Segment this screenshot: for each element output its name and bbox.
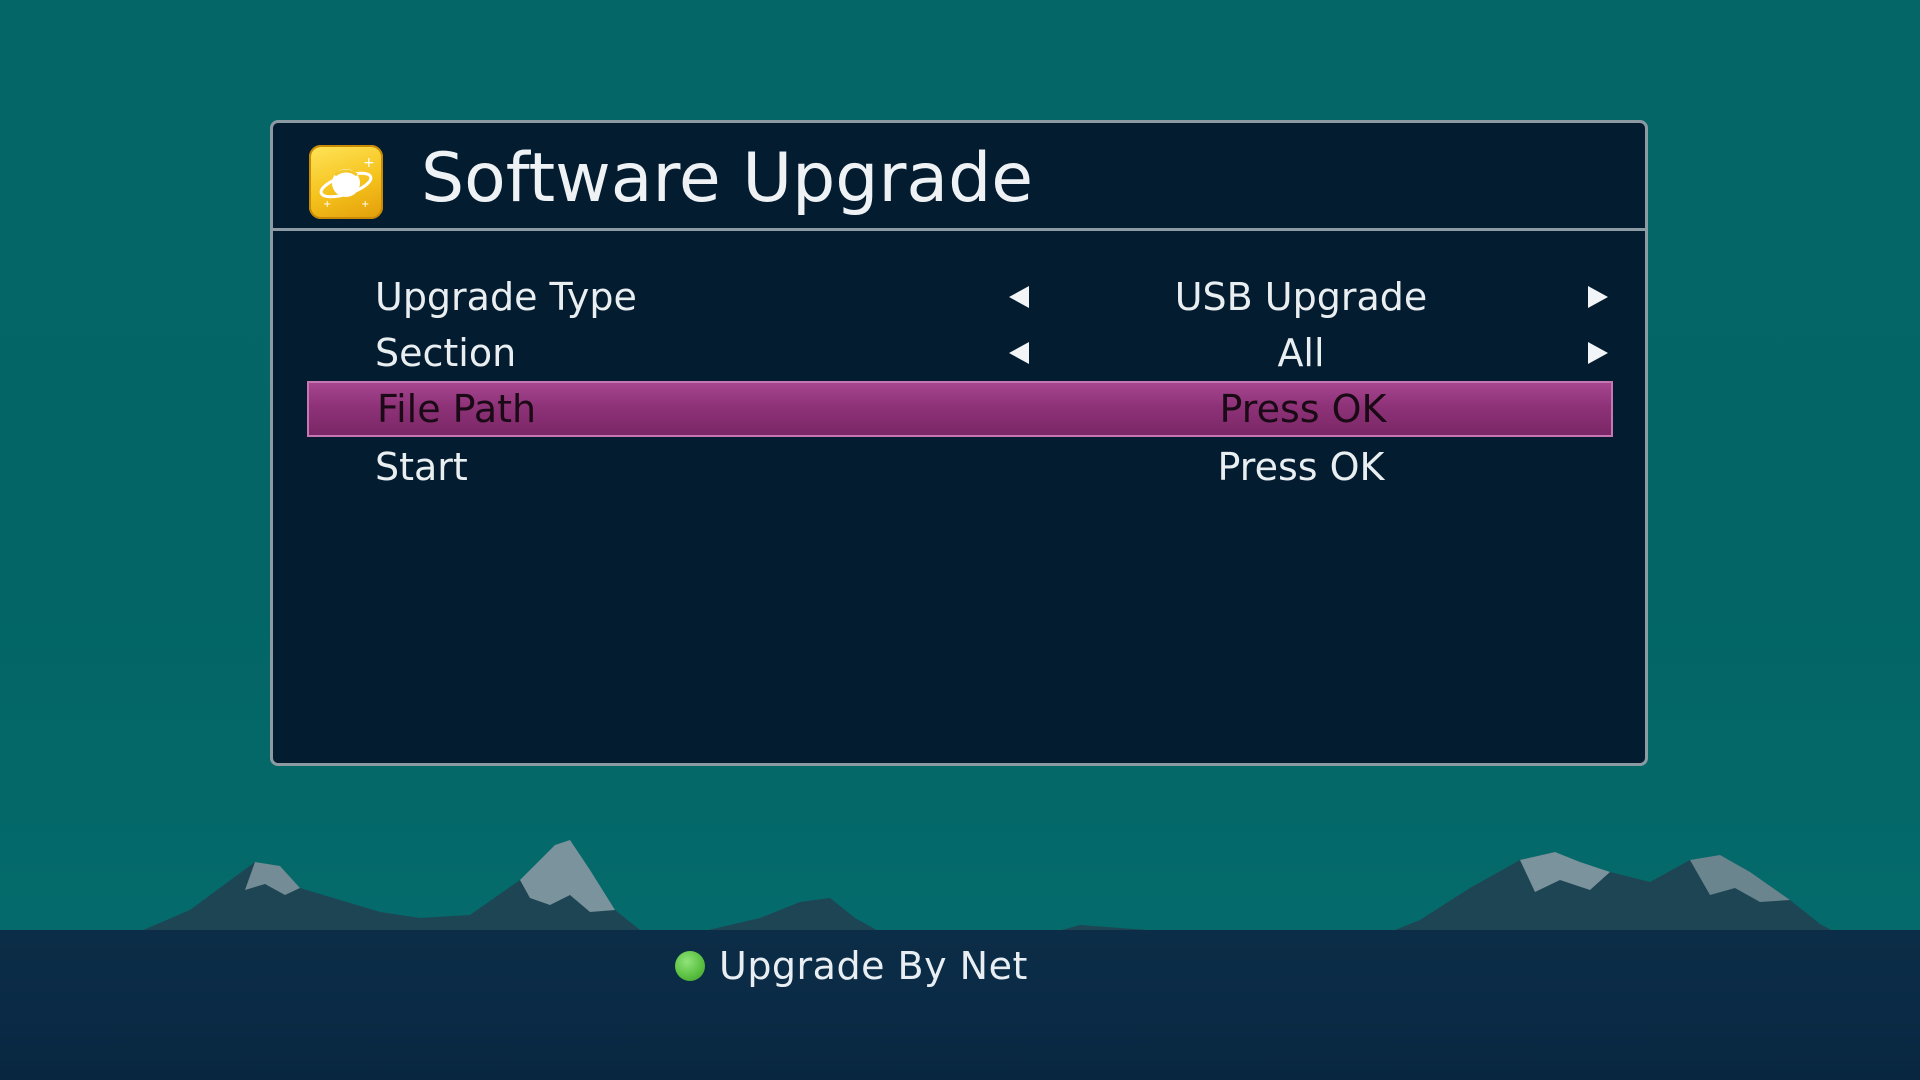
- upgrade-by-net-hint[interactable]: Upgrade By Net: [675, 940, 1028, 992]
- menu-row-start[interactable]: Start Press OK: [307, 439, 1613, 495]
- menu-row-value: All: [1277, 331, 1325, 375]
- mountain-silhouette: [120, 840, 1850, 940]
- menu-row-value: Press OK: [1217, 445, 1385, 489]
- menu-row-label: Start: [375, 445, 468, 489]
- svg-text:+: +: [323, 199, 331, 210]
- menu-row-upgrade-type[interactable]: Upgrade Type USB Upgrade: [307, 269, 1613, 325]
- menu-row-value: Press OK: [1219, 387, 1387, 431]
- left-arrow-icon[interactable]: [1009, 342, 1029, 364]
- menu-row-file-path[interactable]: File Path Press OK: [307, 381, 1613, 437]
- menu-row-label: File Path: [377, 387, 537, 431]
- menu-row-label: Section: [375, 331, 517, 375]
- screen: Upgrade By Net + + + Software Upgrade Up…: [0, 0, 1920, 1080]
- page-title: Software Upgrade: [421, 139, 1034, 218]
- planet-icon: + + +: [309, 145, 383, 219]
- svg-text:+: +: [363, 155, 375, 171]
- left-arrow-icon[interactable]: [1009, 286, 1029, 308]
- menu-row-section[interactable]: Section All: [307, 325, 1613, 381]
- green-dot-icon: [675, 951, 705, 981]
- software-upgrade-panel: + + + Software Upgrade Upgrade Type USB …: [270, 120, 1648, 766]
- upgrade-by-net-label: Upgrade By Net: [719, 944, 1028, 988]
- right-arrow-icon[interactable]: [1588, 342, 1608, 364]
- menu-row-label: Upgrade Type: [375, 275, 637, 319]
- panel-header: + + + Software Upgrade: [273, 123, 1645, 231]
- menu-row-value: USB Upgrade: [1174, 275, 1428, 319]
- svg-text:+: +: [361, 199, 369, 210]
- right-arrow-icon[interactable]: [1588, 286, 1608, 308]
